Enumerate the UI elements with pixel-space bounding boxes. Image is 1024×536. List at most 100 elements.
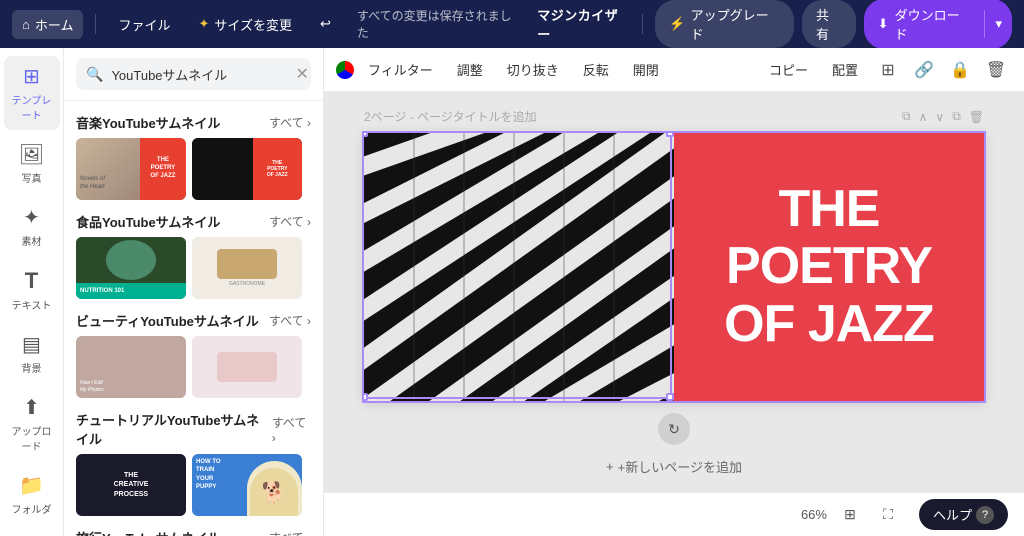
page-area: 2ページ - ページタイトルを追加 ⧉ ∧ ∨ ⧉ 🗑 [324, 92, 1024, 492]
food-thumb-1[interactable]: NUTRITION 101 [76, 237, 186, 299]
filter-color-icon [336, 61, 354, 79]
link-icon-button[interactable]: 🔗 [908, 54, 940, 86]
travel-section-title: 旅行YouTubeサムネイル [76, 528, 220, 536]
clear-search-button[interactable]: ✕ [295, 64, 308, 84]
page-icon-3[interactable]: ∨ [935, 110, 944, 124]
resize-button[interactable]: ✦ サイズを変更 [188, 10, 302, 39]
tutorial-section-header: チュートリアルYouTubeサムネイル すべて › [64, 398, 323, 454]
undo-button[interactable]: ↩ [310, 11, 341, 37]
saved-status: すべての変更は保存されました [357, 7, 521, 41]
travel-all-button[interactable]: すべて › [269, 529, 311, 536]
beauty-thumb-1[interactable]: How I EditMy Photos [76, 336, 186, 398]
share-button[interactable]: 共有 [802, 0, 856, 48]
file-label: ファイル [118, 15, 170, 34]
folder-label: フォルダ [12, 501, 52, 516]
download-icon: ⬇ [878, 16, 889, 32]
music-section-header: 音楽YouTubeサムネイル すべて › [64, 101, 323, 138]
food-all-button[interactable]: すべて › [269, 213, 311, 230]
crop-button[interactable]: 切り抜き [497, 55, 569, 84]
arrange-button[interactable]: 配置 [822, 55, 868, 84]
lock-icon-button[interactable]: 🔒 [944, 54, 976, 86]
sidebar-item-background[interactable]: ▤ 背景 [4, 324, 60, 383]
undo-icon: ↩ [320, 16, 331, 32]
food-section-title: 食品YouTubeサムネイル [76, 212, 220, 231]
toggle-button[interactable]: 開閉 [623, 55, 669, 84]
beauty-thumb-row: How I EditMy Photos [64, 336, 323, 398]
tutorial-thumb-2[interactable]: HOW TOTRAINYOURPUPPY 🐕 [192, 454, 302, 516]
filter-button[interactable]: フィルター [358, 55, 443, 84]
canvas-text-line3: OF JAZZ [724, 296, 934, 353]
resize-label: サイズを変更 [214, 15, 292, 34]
file-button[interactable]: ファイル [108, 10, 180, 39]
sidebar-item-photo[interactable]: 🖼 写真 [4, 134, 60, 193]
tutorial-section-title: チュートリアルYouTubeサムネイル [76, 410, 272, 448]
secondary-toolbar: フィルター 調整 切り抜き 反転 開閉 コピー 配置 ⊞ 🔗 🔒 🗑 [324, 48, 1024, 92]
food-section-header: 食品YouTubeサムネイル すべて › [64, 200, 323, 237]
upload-icon: ⬆ [23, 395, 40, 420]
tutorial-thumb-1[interactable]: THECREATIVEPROCESS [76, 454, 186, 516]
canvas-main-text: THE POETRY OF JAZZ [724, 181, 934, 353]
template-panel: 🔍 ✕ 音楽YouTubeサムネイル すべて › Novels ofthe He… [64, 48, 324, 536]
zoom-level: 66% [801, 507, 827, 522]
music-section-title: 音楽YouTubeサムネイル [76, 113, 220, 132]
download-button[interactable]: ⬇ ダウンロード ▾ [864, 0, 1012, 49]
music-all-button[interactable]: すべて › [269, 114, 311, 131]
canvas-text-line2: POETRY [724, 238, 934, 295]
download-main[interactable]: ⬇ ダウンロード [864, 0, 985, 49]
architecture-photo [364, 133, 674, 401]
upgrade-icon: ⚡ [669, 16, 685, 32]
help-button[interactable]: ヘルプ ? [919, 499, 1008, 530]
divider2 [642, 14, 643, 34]
upgrade-button[interactable]: ⚡ アップグレード [655, 0, 794, 48]
tutorial-thumb-row: THECREATIVEPROCESS HOW TOTRAINYOURPUPPY … [64, 454, 323, 516]
beauty-section-header: ビューティYouTubeサムネイル すべて › [64, 299, 323, 336]
sidebar-item-folder[interactable]: 📁 フォルダ [4, 465, 60, 524]
rotate-handle[interactable]: ↻ [658, 413, 690, 445]
bottom-bar: 66% ⊞ ⛶ ヘルプ ? [324, 492, 1024, 536]
search-bar: 🔍 ✕ [64, 48, 323, 101]
search-input[interactable] [111, 67, 287, 82]
download-arrow-button[interactable]: ▾ [984, 10, 1012, 38]
music-thumb-row: Novels ofthe Heart THEPOETRYOF JAZZ THEP… [64, 138, 323, 200]
add-page-button[interactable]: + +新しいページを追加 [606, 457, 742, 476]
folder-icon: 📁 [19, 473, 44, 498]
download-label: ダウンロード [895, 5, 971, 43]
sidebar-item-text[interactable]: T テキスト [4, 260, 60, 320]
grid-icon-button[interactable]: ⊞ [872, 54, 904, 86]
magic-label: マジンカイザー [537, 5, 630, 43]
sidebar-item-template[interactable]: ⊞ テンプレート [4, 56, 60, 130]
sidebar-item-element[interactable]: ✦ 素材 [4, 197, 60, 256]
sidebar-item-more[interactable]: ••• もっと見る [4, 528, 60, 536]
icon-bar: ⊞ テンプレート 🖼 写真 ✦ 素材 T テキスト ▤ 背景 ⬆ アップロード … [0, 48, 64, 536]
home-button[interactable]: ⌂ ホーム [12, 10, 83, 39]
music-thumb-1[interactable]: Novels ofthe Heart THEPOETRYOF JAZZ [76, 138, 186, 200]
canvas-area: フィルター 調整 切り抜き 反転 開閉 コピー 配置 ⊞ 🔗 🔒 🗑 2ページ … [324, 48, 1024, 536]
tutorial-all-button[interactable]: すべて › [272, 414, 311, 445]
beauty-all-button[interactable]: すべて › [269, 312, 311, 329]
page-delete-icon[interactable]: 🗑 [969, 110, 984, 124]
delete-icon-button[interactable]: 🗑 [980, 54, 1012, 86]
food-thumb-row: NUTRITION 101 GASTRONOME [64, 237, 323, 299]
add-icon: + [606, 459, 614, 474]
adjust-button[interactable]: 調整 [447, 55, 493, 84]
page-duplicate-icon[interactable]: ⧉ [952, 109, 961, 124]
flip-button[interactable]: 反転 [573, 55, 619, 84]
canvas-text-line1: THE [724, 181, 934, 238]
fullscreen-button[interactable]: ⛶ [873, 500, 903, 530]
music-thumb-2[interactable]: THEPOETRYOF JAZZ [192, 138, 302, 200]
grid-view-button[interactable]: ⊞ [835, 500, 865, 530]
photo-label: 写真 [22, 170, 42, 185]
help-label: ヘルプ [933, 505, 972, 524]
page-icon-1[interactable]: ⧉ [902, 109, 911, 124]
beauty-thumb-2[interactable] [192, 336, 302, 398]
home-icon: ⌂ [22, 17, 30, 32]
background-label: 背景 [22, 360, 42, 375]
canvas-controls: ↻ [658, 413, 690, 445]
page-icon-2[interactable]: ∧ [919, 110, 928, 124]
copy-button[interactable]: コピー [759, 55, 818, 84]
canvas-text-right: THE POETRY OF JAZZ [674, 133, 984, 401]
sidebar-item-upload[interactable]: ⬆ アップロード [4, 387, 60, 461]
canvas-frame[interactable]: THE POETRY OF JAZZ [364, 133, 984, 401]
add-page-label: +新しいページを追加 [618, 457, 742, 476]
food-thumb-2[interactable]: GASTRONOME [192, 237, 302, 299]
